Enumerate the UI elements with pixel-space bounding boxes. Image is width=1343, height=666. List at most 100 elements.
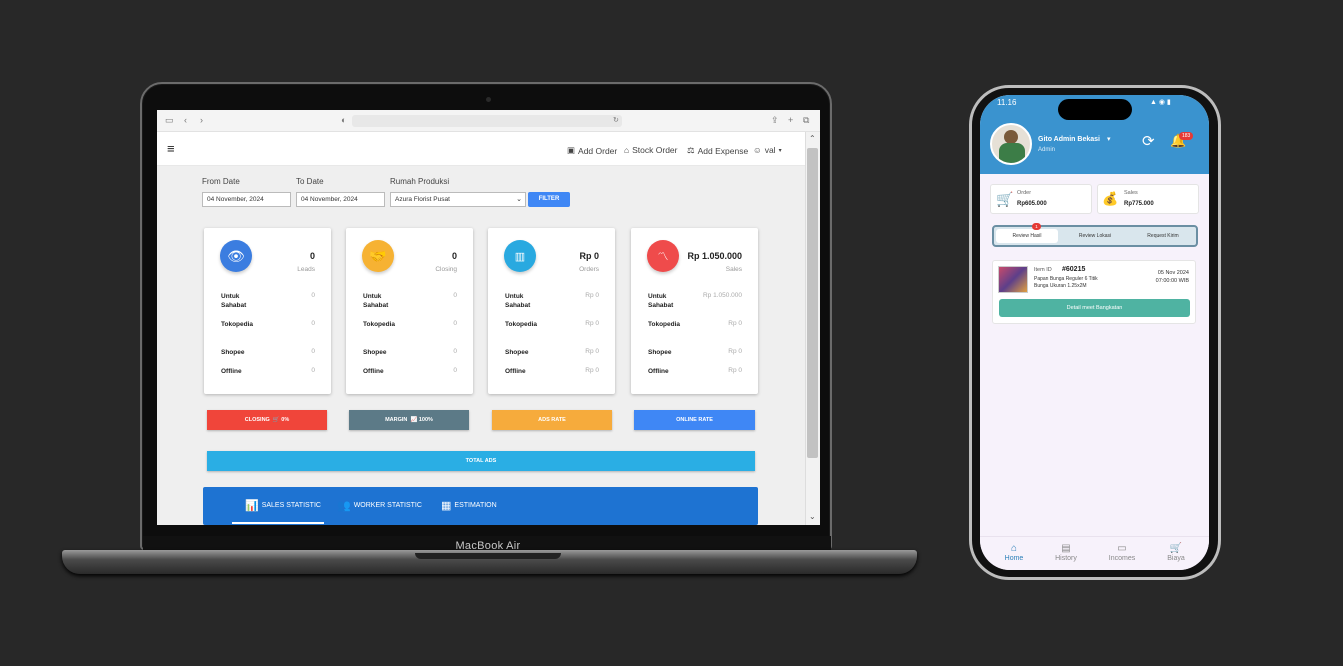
caret-down-icon: ▾ <box>778 147 782 154</box>
address-bar[interactable] <box>352 115 622 127</box>
chart-icon: 📈 <box>408 417 418 423</box>
laptop-screen: ▭ ‹ › ◐ ↻ ⇪ + ⧉ ≡ ▣ Add Order ⌂ Stock Orde… <box>157 110 820 525</box>
row-label: Offline <box>221 368 242 375</box>
to-date-input[interactable]: 04 November, 2024 <box>296 192 385 207</box>
stock-order-link[interactable]: ⌂ Stock Order <box>624 145 678 155</box>
scroll-down-icon[interactable]: ⌄ <box>809 512 816 521</box>
row-label: Untuk Sahabat <box>505 293 531 309</box>
closing-card: 🤝 0 Closing Untuk Sahabat 0 Tokopedia 0 Sh… <box>346 228 473 394</box>
nav-history[interactable]: ▤ History <box>1046 543 1086 562</box>
avatar <box>990 123 1032 165</box>
row-label: Tokopedia <box>363 321 396 328</box>
row-value: 0 <box>453 320 457 327</box>
tabs-overview-icon[interactable]: ⧉ <box>803 115 809 126</box>
row-value: Rp 0 <box>585 292 599 299</box>
detail-button[interactable]: Detail meet Bangkatan <box>999 299 1190 317</box>
row-value: 0 <box>453 292 457 299</box>
hand-coin-icon: ⚖ <box>687 145 695 155</box>
add-order-link[interactable]: ▣ Add Order <box>567 145 617 156</box>
statistics-tabs: 📊 SALES STATISTIC 👥 WORKER STATISTIC ▦ ESTI… <box>203 487 758 525</box>
nav-biaya[interactable]: 🛒 Biaya <box>1156 543 1196 562</box>
status-time: 11.16 <box>997 98 1017 107</box>
notification-badge: 183 <box>1179 132 1194 140</box>
production-house-select[interactable]: Azura Florist Pusat ⌄ <box>390 192 526 207</box>
to-date-label: To Date <box>296 177 324 186</box>
row-value: Rp 0 <box>728 367 742 374</box>
cart-icon: 🛒 <box>996 191 1014 207</box>
ads-rate-button[interactable]: ADS RATE <box>492 410 612 430</box>
nav-home[interactable]: ⌂ Home <box>994 543 1034 562</box>
sales-value: Rp775.000 <box>1124 201 1154 207</box>
dashboard-content: From Date 04 November, 2024 To Date 04 N… <box>157 166 805 525</box>
online-rate-button[interactable]: ONLINE RATE <box>634 410 755 430</box>
laptop-camera <box>486 97 491 102</box>
sales-card: 〽 Rp 1.050.000 Sales Untuk Sahabat Rp 1.0… <box>631 228 758 394</box>
row-value: Rp 1.050.000 <box>702 292 742 299</box>
from-date-label: From Date <box>202 177 240 186</box>
incomes-icon: ▭ <box>1117 543 1127 554</box>
phone-screen: 11.16 ▲ ◉ ▮ Gito Admin Bekasi ▾ Admin ⟳ … <box>980 95 1209 570</box>
row-value: Rp 0 <box>585 367 599 374</box>
tab-sales-statistic[interactable]: 📊 SALES STATISTIC <box>245 499 321 512</box>
row-label: Offline <box>505 368 526 375</box>
tab-estimation[interactable]: ▦ ESTIMATION <box>441 499 497 512</box>
home-icon: ⌂ <box>1010 543 1018 554</box>
row-label: Shopee <box>505 349 529 356</box>
row-label: Untuk Sahabat <box>363 293 389 309</box>
cart-icon: 🛒 <box>271 417 280 423</box>
row-label: Shopee <box>221 349 245 356</box>
segment-badge: 1 <box>1032 223 1041 230</box>
money-hand-icon: 💰 <box>1102 191 1119 206</box>
nav-incomes[interactable]: ▭ Incomes <box>1102 543 1142 562</box>
line-chart-icon: 〽 <box>647 240 679 272</box>
row-value: 0 <box>311 320 315 327</box>
filter-button[interactable]: FILTER <box>528 192 570 207</box>
item-time: 07:00:00 WIB <box>1155 278 1189 284</box>
item-desc-1: Papan Bunga Reguler 6 Titik <box>1034 276 1098 282</box>
hamburger-icon[interactable]: ≡ <box>167 141 175 156</box>
sync-icon[interactable]: ⟳ <box>1142 132 1155 150</box>
eye-icon: 👁 <box>220 240 252 272</box>
product-thumbnail <box>998 266 1028 293</box>
card-label: Sales <box>725 266 742 273</box>
row-label: Untuk Sahabat <box>221 293 247 309</box>
row-label: Offline <box>648 368 669 375</box>
segment-request-kirim[interactable]: Request Kirim <box>1130 229 1196 243</box>
row-value: 0 <box>453 367 457 374</box>
sidebar-toggle-icon[interactable]: ▭ <box>165 115 174 126</box>
reload-icon[interactable]: ↻ <box>613 116 619 124</box>
user-name: Gito Admin Bekasi <box>1038 136 1100 143</box>
margin-button[interactable]: MARGIN 📈 100% <box>349 410 469 430</box>
bar-chart-icon: ▥ <box>504 240 536 272</box>
warehouse-icon: ⌂ <box>624 145 630 155</box>
row-value: Rp 0 <box>585 348 599 355</box>
back-icon[interactable]: ‹ <box>184 115 187 125</box>
forward-icon[interactable]: › <box>200 115 203 125</box>
closing-rate-button[interactable]: CLOSING 🛒 0% <box>207 410 327 430</box>
share-icon[interactable]: ⇪ <box>771 115 779 126</box>
caret-down-icon[interactable]: ▾ <box>1107 135 1111 143</box>
app-header: ≡ ▣ Add Order ⌂ Stock Order ⚖ Add Expense ☺… <box>157 132 805 166</box>
row-label: Offline <box>363 368 384 375</box>
calculator-icon: ▦ <box>441 500 452 512</box>
total-ads-button[interactable]: TOTAL ADS <box>207 451 755 471</box>
segment-review-hasil[interactable]: Review Hasil <box>996 229 1058 243</box>
handshake-icon: 🤝 <box>362 240 394 272</box>
order-item-card[interactable]: Item ID #60215 Papan Bunga Reguler 6 Tit… <box>992 260 1196 324</box>
tab-worker-statistic[interactable]: 👥 WORKER STATISTIC <box>337 499 422 512</box>
scrollbar-thumb[interactable] <box>807 148 818 458</box>
row-value: Rp 0 <box>728 320 742 327</box>
add-expense-link[interactable]: ⚖ Add Expense <box>687 145 748 156</box>
card-value: 0 <box>309 251 315 261</box>
cash-icon: ▣ <box>567 145 576 155</box>
item-id-value: #60215 <box>1062 266 1086 273</box>
new-tab-icon[interactable]: + <box>788 115 793 125</box>
user-menu[interactable]: ☺ val ▾ <box>753 145 782 155</box>
sales-summary: 💰 Sales Rp775.000 <box>1097 184 1199 214</box>
row-label: Shopee <box>648 349 672 356</box>
dynamic-island <box>1058 99 1132 120</box>
segment-review-lokasi[interactable]: Review Lokasi <box>1062 229 1128 243</box>
from-date-input[interactable]: 04 November, 2024 <box>202 192 291 207</box>
card-label: Closing <box>435 266 457 273</box>
scroll-up-icon[interactable]: ⌃ <box>809 134 816 143</box>
